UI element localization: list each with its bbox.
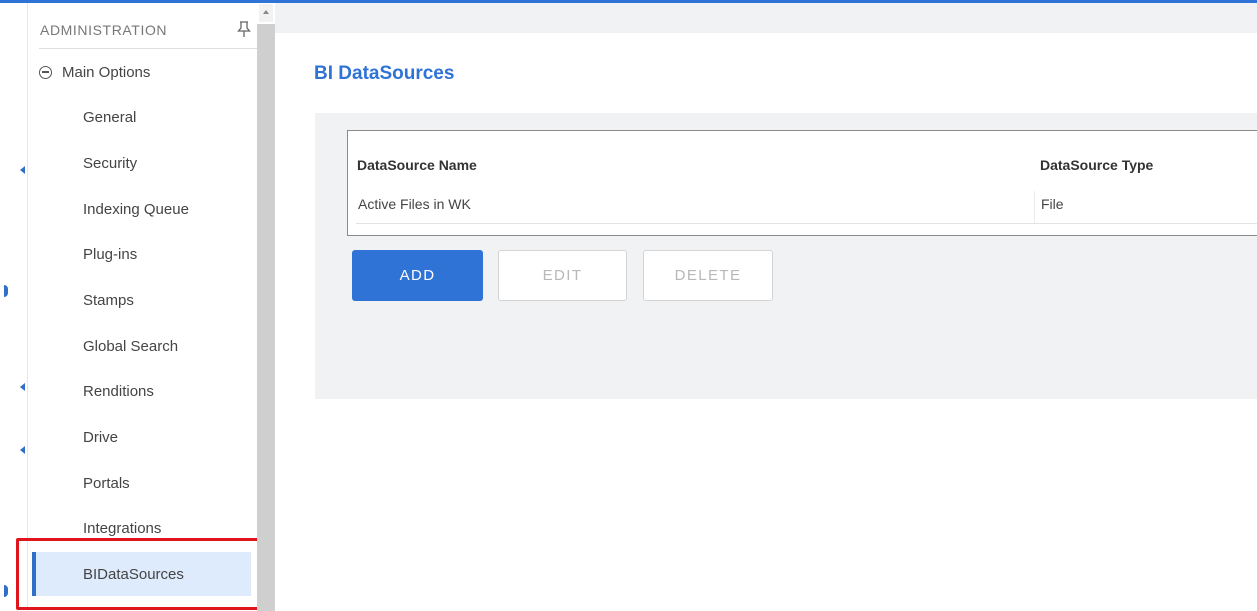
- sidebar-item-general[interactable]: General: [29, 95, 251, 139]
- sidebar-item-global-search[interactable]: Global Search: [29, 324, 251, 368]
- left-edge-rail: [0, 3, 28, 611]
- sidebar-item-integrations[interactable]: Integrations: [29, 506, 251, 550]
- sidebar-scrollbar[interactable]: [257, 24, 275, 611]
- collapse-arrow-icon[interactable]: [20, 383, 25, 391]
- sidebar-item-renditions[interactable]: Renditions: [29, 369, 251, 413]
- table-cell-name[interactable]: Active Files in WK: [358, 196, 471, 212]
- sidebar-item-bidatasources[interactable]: BIDataSources: [32, 552, 251, 596]
- sidebar-item-security[interactable]: Security: [29, 141, 251, 185]
- sidebar-item-stamps[interactable]: Stamps: [29, 278, 251, 322]
- page-title: BI DataSources: [314, 63, 455, 84]
- collapse-circle-icon[interactable]: [39, 65, 52, 79]
- main-top-bar: [275, 3, 1257, 33]
- sidebar-header: ADMINISTRATION: [40, 22, 168, 38]
- datasources-table: DataSource Name DataSource Type Active F…: [347, 130, 1257, 236]
- column-divider: [1034, 191, 1035, 223]
- scroll-up-arrow-icon[interactable]: [259, 4, 273, 22]
- admin-sidebar: ADMINISTRATION Main Options General Secu…: [16, 3, 265, 611]
- datasources-panel: DataSource Name DataSource Type Active F…: [315, 113, 1257, 399]
- main-content: BI DataSources DataSource Name DataSourc…: [275, 3, 1257, 611]
- collapse-arrow-icon[interactable]: [20, 166, 25, 174]
- delete-button[interactable]: DELETE: [643, 250, 773, 301]
- header-divider: [39, 48, 257, 49]
- group-label: Main Options: [62, 63, 151, 81]
- edit-button[interactable]: EDIT: [498, 250, 627, 301]
- collapse-arrow-icon[interactable]: [20, 446, 25, 454]
- add-button[interactable]: ADD: [352, 250, 483, 301]
- main-options-group[interactable]: Main Options: [39, 61, 150, 83]
- sidebar-item-portals[interactable]: Portals: [29, 461, 251, 505]
- expand-handle-icon[interactable]: [4, 585, 8, 597]
- sidebar-item-plug-ins[interactable]: Plug-ins: [29, 232, 251, 276]
- sidebar-item-drive[interactable]: Drive: [29, 415, 251, 459]
- expand-handle-icon[interactable]: [4, 285, 8, 297]
- pin-icon[interactable]: [234, 19, 254, 39]
- sidebar-item-indexing-queue[interactable]: Indexing Queue: [29, 187, 251, 231]
- column-header-name[interactable]: DataSource Name: [357, 157, 477, 173]
- table-cell-type[interactable]: File: [1041, 196, 1064, 212]
- column-header-type[interactable]: DataSource Type: [1040, 157, 1153, 173]
- row-divider: [356, 223, 1257, 224]
